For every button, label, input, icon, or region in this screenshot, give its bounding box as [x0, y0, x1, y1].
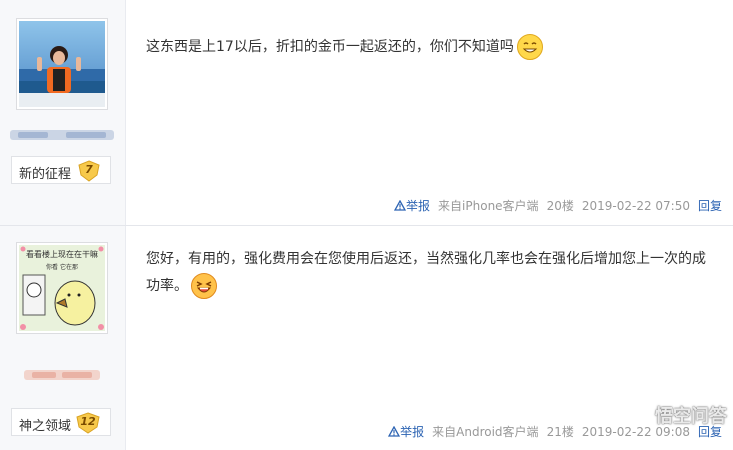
post-text: 您好，有用的，强化费用会在您使用后返还，当然强化几率也会在强化后增加您上一次的成… — [146, 251, 706, 294]
blurred-username-mask — [24, 370, 100, 380]
reply-link[interactable]: 回复 — [698, 199, 722, 213]
post-content: 您好，有用的，强化费用会在您使用后返还，当然强化几率也会在强化后增加您上一次的成… — [146, 246, 711, 300]
post-text: 这东西是上17以后，折扣的金币一起返还的，你们不知道吗 — [146, 39, 514, 55]
avatar[interactable]: 看看楼上现在在干嘛 你看 它在那 — [16, 242, 108, 334]
watermark: 悟空问答 — [631, 402, 727, 428]
report-label: 举报 — [400, 425, 425, 439]
post-timestamp: 2019-02-22 07:50 — [581, 199, 690, 213]
post-content: 这东西是上17以后，折扣的金币一起返还的，你们不知道吗 — [146, 33, 711, 61]
post-tail: 举报 来自iPhone客户端 20楼 2019-02-22 07:50 回复 — [393, 197, 722, 214]
report-link[interactable]: 举报 — [393, 199, 431, 213]
rank-badge[interactable]: 新的征程 7 — [11, 156, 111, 184]
warning-triangle-icon — [388, 425, 401, 437]
rank-name: 新的征程 — [19, 167, 72, 182]
grin-emoji-icon — [516, 34, 543, 60]
level-badge: 12 — [76, 412, 100, 434]
user-sidebar: 新的征程 7 — [0, 0, 126, 225]
level-number: 12 — [80, 415, 96, 428]
warning-triangle-icon — [393, 199, 407, 211]
avatar-subcaption: 你看 它在那 — [46, 263, 78, 271]
client-source: 来自Android客户端 — [432, 425, 539, 439]
laugh-emoji-icon — [191, 273, 217, 299]
watermark-text: 悟空问答 — [655, 406, 727, 427]
reply-post: 看看楼上现在在干嘛 你看 它在那 神之领域 12 您好，有用的，强化费用会在您使… — [0, 226, 733, 450]
username-blurred[interactable] — [10, 128, 114, 142]
user-sidebar: 看看楼上现在在干嘛 你看 它在那 神之领域 12 — [0, 226, 126, 450]
avatar-caption: 看看楼上现在在干嘛 — [26, 249, 98, 259]
username-blurred[interactable] — [10, 368, 114, 382]
reply-post: 新的征程 7 这东西是上17以后，折扣的金币一起返还的，你们不知道吗 举报 来自i… — [0, 0, 733, 226]
level-badge: 7 — [78, 160, 100, 182]
avatar-photo — [19, 21, 105, 107]
avatar[interactable] — [16, 18, 108, 110]
blurred-username-mask — [10, 130, 114, 140]
avatar-meme: 看看楼上现在在干嘛 你看 它在那 — [19, 245, 105, 331]
rank-badge[interactable]: 神之领域 12 — [11, 408, 111, 436]
report-label: 举报 — [406, 199, 431, 213]
level-number: 7 — [85, 163, 93, 176]
floor-number: 21楼 — [546, 425, 574, 439]
report-link[interactable]: 举报 — [388, 425, 424, 439]
wukong-logo-icon — [631, 405, 651, 425]
rank-name: 神之领域 — [19, 419, 72, 434]
client-source: 来自iPhone客户端 — [438, 199, 539, 213]
floor-number: 20楼 — [546, 199, 574, 213]
